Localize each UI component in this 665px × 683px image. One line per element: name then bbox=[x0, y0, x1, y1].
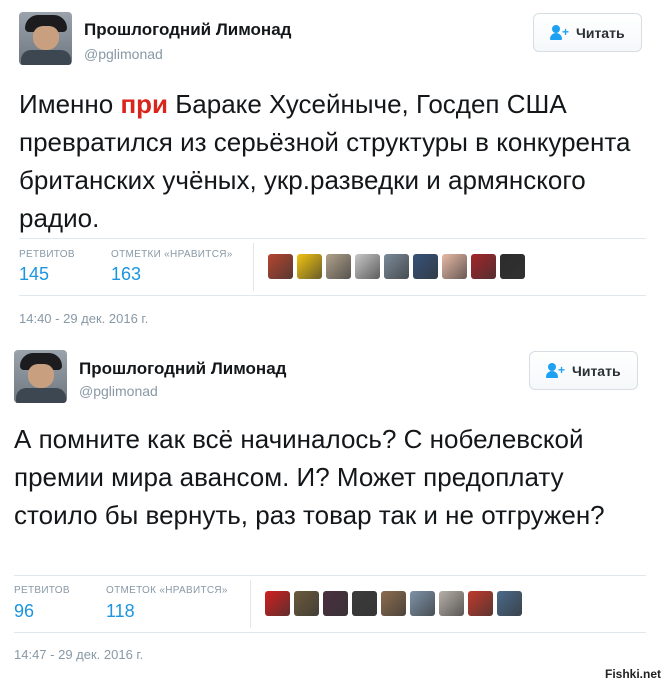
tweet-text: Именно при Бараке Хусейныче, Госдеп США … bbox=[19, 85, 659, 237]
liker-avatar[interactable] bbox=[442, 254, 467, 279]
follow-user-icon: + bbox=[546, 362, 566, 379]
liker-avatar[interactable] bbox=[500, 254, 525, 279]
author-name[interactable]: Прошлогодний Лимонад bbox=[84, 20, 291, 40]
tweet-timestamp[interactable]: 14:47 - 29 дек. 2016 г. bbox=[14, 647, 143, 662]
tweet-timestamp[interactable]: 14:40 - 29 дек. 2016 г. bbox=[19, 311, 148, 326]
follow-user-icon: + bbox=[550, 24, 570, 41]
liker-avatar[interactable] bbox=[265, 591, 290, 616]
liker-avatar[interactable] bbox=[468, 591, 493, 616]
liker-avatar[interactable] bbox=[297, 254, 322, 279]
tweet-text-highlight: при bbox=[120, 89, 169, 119]
follow-button[interactable]: + Читать bbox=[529, 351, 638, 390]
liker-avatar[interactable] bbox=[439, 591, 464, 616]
author-handle[interactable]: @pglimonad bbox=[79, 383, 158, 399]
liker-avatars bbox=[265, 591, 522, 616]
author-name[interactable]: Прошлогодний Лимонад bbox=[79, 359, 286, 379]
likes-label: ОТМЕТОК «НРАВИТСЯ» bbox=[106, 585, 228, 596]
liker-avatar[interactable] bbox=[410, 591, 435, 616]
liker-avatars bbox=[268, 254, 525, 279]
stats-bottom-divider bbox=[19, 295, 646, 296]
liker-avatar[interactable] bbox=[326, 254, 351, 279]
author-avatar[interactable] bbox=[14, 350, 67, 403]
watermark: Fishki.net bbox=[604, 667, 661, 681]
liker-avatar[interactable] bbox=[413, 254, 438, 279]
likes-label: ОТМЕТКИ «НРАВИТСЯ» bbox=[111, 249, 233, 260]
tweet-1: Прошлогодний Лимонад @pglimonad + Читать… bbox=[0, 0, 665, 340]
follow-button-label: Читать bbox=[572, 362, 621, 379]
author-handle[interactable]: @pglimonad bbox=[84, 46, 163, 62]
retweets-count[interactable]: 96 bbox=[14, 601, 34, 622]
liker-avatar[interactable] bbox=[497, 591, 522, 616]
follow-button-label: Читать bbox=[576, 24, 625, 41]
likes-count[interactable]: 118 bbox=[106, 601, 135, 622]
retweets-count[interactable]: 145 bbox=[19, 264, 49, 285]
liker-avatar[interactable] bbox=[355, 254, 380, 279]
stats-bottom-divider bbox=[14, 632, 646, 633]
stats-top-divider bbox=[14, 575, 646, 576]
retweets-label: РЕТВИТОВ bbox=[14, 585, 70, 596]
follow-button[interactable]: + Читать bbox=[533, 13, 642, 52]
stats-separator bbox=[250, 580, 251, 628]
liker-avatar[interactable] bbox=[323, 591, 348, 616]
author-avatar[interactable] bbox=[19, 12, 72, 65]
liker-avatar[interactable] bbox=[352, 591, 377, 616]
likes-count[interactable]: 163 bbox=[111, 264, 141, 285]
retweets-label: РЕТВИТОВ bbox=[19, 249, 75, 260]
tweet-text-start: Именно bbox=[19, 89, 121, 119]
stats-top-divider bbox=[19, 238, 646, 239]
liker-avatar[interactable] bbox=[294, 591, 319, 616]
liker-avatar[interactable] bbox=[381, 591, 406, 616]
liker-avatar[interactable] bbox=[268, 254, 293, 279]
stats-separator bbox=[253, 243, 254, 291]
tweet-2: Прошлогодний Лимонад @pglimonad + Читать… bbox=[0, 340, 665, 683]
liker-avatar[interactable] bbox=[471, 254, 496, 279]
liker-avatar[interactable] bbox=[384, 254, 409, 279]
tweet-text: А помните как всё начиналось? С нобелевс… bbox=[14, 424, 605, 530]
